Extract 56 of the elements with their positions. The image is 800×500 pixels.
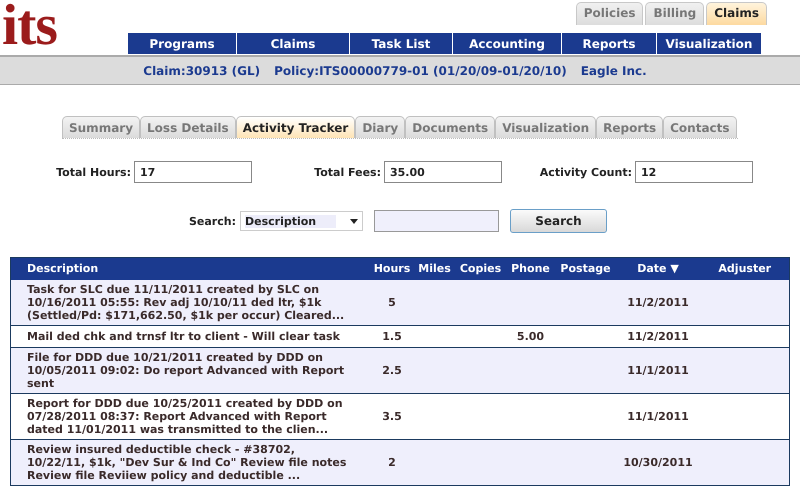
table-cell: 1.5 <box>382 330 402 342</box>
column-header[interactable]: Description <box>10 258 370 280</box>
top-tab[interactable]: Billing <box>645 2 704 25</box>
table-cell: 11/1/2011 <box>627 410 689 422</box>
table-cell: 5 <box>388 296 396 308</box>
column-header[interactable]: Copies <box>456 258 506 280</box>
nav-item[interactable]: Accounting <box>453 33 562 54</box>
search-field-select[interactable]: Description <box>240 211 363 231</box>
claim-number: Claim:30913 (GL) <box>143 64 260 78</box>
tab[interactable]: Contacts <box>663 116 737 138</box>
total-label: Total Fees: <box>314 166 381 178</box>
table-cell: Review insured deductible check - #38702, 10/22/11, $1k, "Dev Sur & Ind Co" Review file notes Review file Reviiew policy and deductible ... <box>27 442 346 482</box>
total-field[interactable]: 17 <box>134 161 252 183</box>
total-field[interactable]: 12 <box>635 161 753 183</box>
policy-number: Policy:ITS00000779-01 (01/20/09-01/20/10) <box>274 64 567 78</box>
table-cell: 11/2/2011 <box>627 330 689 342</box>
column-header[interactable]: Phone <box>506 258 556 280</box>
insured-name: Eagle Inc. <box>580 64 647 78</box>
top-tab[interactable]: Policies <box>576 2 644 25</box>
top-tab[interactable]: Claims <box>706 2 767 25</box>
tab[interactable]: Diary <box>355 116 406 138</box>
tab[interactable]: Loss Details <box>140 116 236 138</box>
column-header[interactable]: Postage <box>556 258 616 280</box>
nav-item[interactable]: Task List <box>350 33 453 54</box>
nav-item[interactable]: Programs <box>128 33 237 54</box>
table-cell: File for DDD due 10/21/2011 created by DDD on 10/05/2011 09:02: Do report Advanced with Report sent <box>27 350 344 390</box>
table-cell: 2.5 <box>382 364 402 376</box>
column-header[interactable]: Miles <box>414 258 456 280</box>
total-label: Total Hours: <box>56 166 131 178</box>
tab[interactable]: Reports <box>596 116 664 138</box>
column-header[interactable]: Hours <box>370 258 414 280</box>
table-cell: 3.5 <box>382 410 402 422</box>
table-cell: 5.00 <box>516 330 544 342</box>
tab[interactable]: Activity Tracker <box>236 116 356 138</box>
table-cell: 11/2/2011 <box>627 296 689 308</box>
logo: its <box>1 0 57 52</box>
column-header[interactable]: Adjuster <box>700 258 790 280</box>
search-button[interactable]: Search <box>510 209 607 233</box>
table-cell: 11/1/2011 <box>627 364 689 376</box>
nav-item[interactable]: Visualization <box>657 33 762 54</box>
tab[interactable]: Summary <box>62 116 140 138</box>
search-label: Search: <box>189 214 236 228</box>
nav-item[interactable]: Reports <box>562 33 657 54</box>
total-label: Activity Count: <box>540 166 632 178</box>
table-cell: 10/30/2011 <box>623 456 693 468</box>
table-cell: 2 <box>388 456 396 468</box>
table-cell: Report for DDD due 10/25/2011 created by DDD on 07/28/2011 08:37: Report Advanced with Report dated 11/01/2011 was transmitted to the clien... <box>27 396 343 436</box>
total-field[interactable]: 35.00 <box>384 161 502 183</box>
table-cell: Task for SLC due 11/11/2011 created by SLC on 10/16/2011 05:55: Rev adj 10/10/11 ded ltr, $1k (Settled/Pd: $171,662.50, $1k per occur) Cleared... <box>27 282 344 322</box>
nav-item[interactable]: Claims <box>237 33 350 54</box>
table-cell: Mail ded chk and trnsf ltr to client - Will clear task <box>27 330 340 342</box>
caret-icon <box>350 218 358 224</box>
tab[interactable]: Documents <box>405 116 496 138</box>
column-header[interactable]: Date ▼ <box>616 258 700 280</box>
tab[interactable]: Visualization <box>495 116 596 138</box>
search-input[interactable] <box>374 210 499 232</box>
